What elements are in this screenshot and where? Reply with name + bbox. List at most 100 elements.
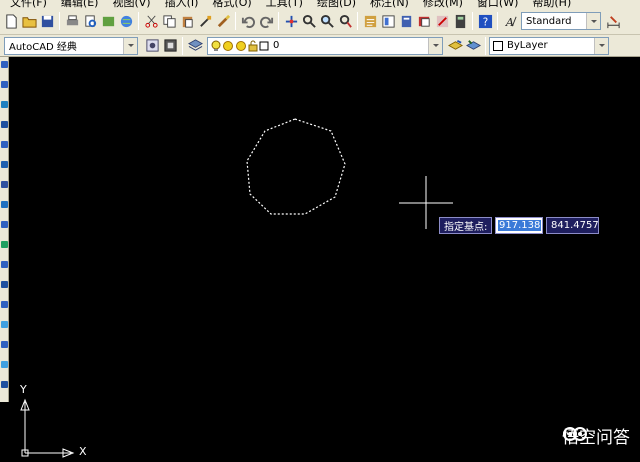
toolbar-separator [59, 12, 60, 30]
dynamic-input-y-field[interactable]: 841.4757 [546, 217, 599, 234]
markup-icon[interactable] [434, 13, 450, 29]
toolbar-separator [497, 12, 498, 30]
my-workspace-icon[interactable] [162, 38, 178, 54]
calculator-icon[interactable] [452, 13, 468, 29]
drawing-area[interactable]: Y X 指定基点: 917.138 841.4757 悟空问答 [9, 57, 640, 462]
dynamic-input-x-field[interactable]: 917.138 [495, 217, 543, 234]
color-value: ByLayer [507, 40, 548, 51]
insert-block-icon[interactable] [1, 261, 8, 268]
sheet-set-icon[interactable] [416, 13, 432, 29]
chevron-down-icon[interactable] [428, 37, 442, 54]
menu-item[interactable]: 插入(I) [165, 0, 199, 8]
point-icon[interactable] [1, 301, 8, 308]
menu-item[interactable]: 视图(V) [112, 0, 150, 8]
dynamic-input-prompt: 指定基点: [439, 217, 493, 234]
make-block-icon[interactable] [1, 281, 8, 288]
help-icon[interactable]: ? [477, 13, 493, 29]
layer-value: 0 [273, 40, 280, 51]
menu-item[interactable]: 编辑(E) [61, 0, 99, 8]
redo-icon[interactable] [258, 13, 274, 29]
web-icon[interactable] [118, 13, 134, 29]
selected-polygon[interactable] [246, 118, 346, 215]
revcloud-icon[interactable] [1, 201, 8, 208]
zoom-previous-icon[interactable] [337, 13, 353, 29]
circle-icon[interactable] [1, 181, 8, 188]
menu-item[interactable]: 工具(T) [266, 0, 303, 8]
workspace-value: AutoCAD 经典 [9, 42, 77, 53]
toolbar-separator [182, 36, 183, 55]
match-properties-icon[interactable] [197, 13, 213, 29]
layer-dropdown[interactable]: 0 [207, 36, 443, 55]
chevron-down-icon[interactable] [123, 37, 137, 54]
unfrozen-icon [236, 40, 246, 51]
chevron-down-icon[interactable] [586, 13, 600, 29]
open-file-icon[interactable] [21, 13, 37, 29]
ucs-icon [20, 398, 75, 458]
table-icon[interactable] [1, 361, 8, 368]
menu-item[interactable]: 修改(M) [423, 0, 463, 8]
color-dropdown[interactable]: ByLayer [489, 36, 609, 55]
menu-item[interactable]: 绘图(D) [317, 0, 356, 8]
tool-palettes-icon[interactable] [398, 13, 414, 29]
properties-icon[interactable] [362, 13, 378, 29]
make-current-layer-icon[interactable] [447, 38, 463, 54]
menu-item[interactable]: 格式(O) [212, 0, 251, 8]
preview-icon[interactable] [82, 13, 98, 29]
hatch-icon[interactable] [1, 321, 8, 328]
mtext-icon[interactable] [1, 381, 8, 388]
zoom-realtime-icon[interactable] [301, 13, 317, 29]
print-icon[interactable] [64, 13, 80, 29]
workspace-dropdown[interactable]: AutoCAD 经典 [4, 36, 138, 55]
ellipse-icon[interactable] [1, 241, 8, 248]
text-style-icon[interactable]: A [502, 13, 518, 29]
menu-item[interactable]: 窗口(W) [477, 0, 518, 8]
dynamic-input-y-value: 841.4757 [551, 220, 599, 231]
publish-icon[interactable] [100, 13, 116, 29]
zoom-window-icon[interactable] [319, 13, 335, 29]
rectangle-icon[interactable] [1, 141, 8, 148]
toolbar-separator [235, 12, 236, 30]
dynamic-input-x-value: 917.138 [498, 220, 542, 231]
sun-icon [223, 40, 233, 51]
brush-icon[interactable] [215, 13, 231, 29]
menu-item[interactable]: 帮助(H) [532, 0, 571, 8]
region-icon[interactable] [1, 341, 8, 348]
undo-icon[interactable] [240, 13, 256, 29]
save-icon[interactable] [39, 13, 55, 29]
lightbulb-icon [211, 40, 221, 51]
construction-line-icon[interactable] [1, 81, 8, 88]
spline-icon[interactable] [1, 221, 8, 228]
lock-icon [248, 40, 258, 51]
workspace-settings-icon[interactable] [144, 38, 160, 54]
color-square-icon [259, 41, 269, 50]
pan-icon[interactable] [283, 13, 299, 29]
layer-previous-icon[interactable] [465, 38, 481, 54]
watermark: 悟空问答 [562, 423, 630, 448]
menu-item[interactable]: 文件(F) [10, 0, 47, 8]
layer-manager-icon[interactable] [187, 38, 203, 54]
text-style-value: Standard [526, 15, 572, 27]
color-swatch-icon [493, 40, 503, 51]
dimension-style-icon[interactable] [605, 13, 621, 29]
dynamic-input-prompt-text: 指定基点: [444, 222, 488, 233]
polygon-icon[interactable] [1, 121, 8, 128]
text-style-dropdown[interactable]: Standard [521, 12, 601, 30]
menu-bar: 文件(F) 编辑(E) 视图(V) 插入(I) 格式(O) 工具(T) 绘图(D) 标注(N)… [0, 0, 640, 8]
cut-icon[interactable] [143, 13, 159, 29]
toolbar-separator [278, 12, 279, 30]
drawing-svg [20, 118, 453, 458]
polyline-icon[interactable] [1, 101, 8, 108]
new-file-icon[interactable] [3, 13, 19, 29]
paste-icon[interactable] [179, 13, 195, 29]
wukong-logo-icon [563, 427, 587, 441]
menu-item[interactable]: 标注(N) [370, 0, 409, 8]
chevron-down-icon[interactable] [594, 37, 608, 54]
design-center-icon[interactable] [380, 13, 396, 29]
ucs-y-label: Y [20, 383, 27, 396]
draw-toolbar [0, 57, 9, 402]
arc-icon[interactable] [1, 161, 8, 168]
svg-text:A: A [504, 16, 513, 29]
line-icon[interactable] [1, 61, 8, 68]
copy-icon[interactable] [161, 13, 177, 29]
toolbar-separator [138, 12, 139, 30]
